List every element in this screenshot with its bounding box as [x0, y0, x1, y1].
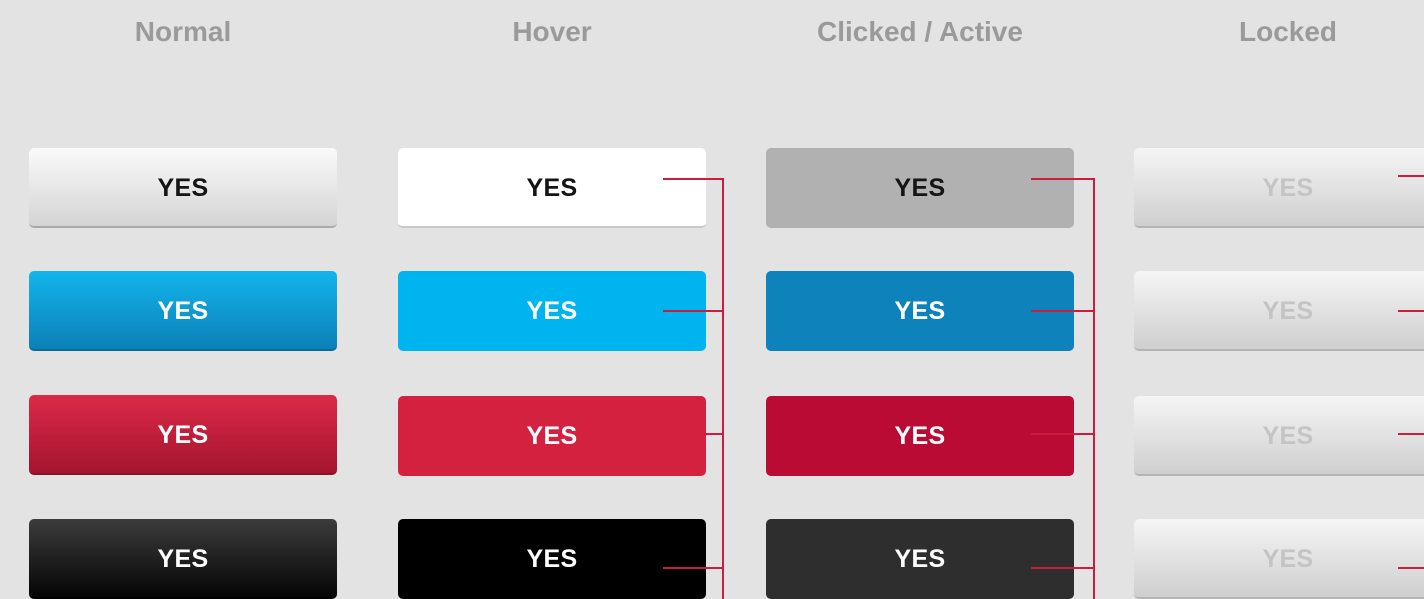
- active-red-button[interactable]: YES: [766, 396, 1074, 476]
- active-connector-2: [1031, 310, 1095, 312]
- hover-connector-2: [663, 310, 724, 312]
- normal-blue-button[interactable]: YES: [29, 271, 337, 351]
- locked-black-button: YES: [1134, 519, 1424, 599]
- normal-black-button[interactable]: YES: [29, 519, 337, 599]
- active-blue-button[interactable]: YES: [766, 271, 1074, 351]
- locked-white-button: YES: [1134, 148, 1424, 228]
- hover-black-button[interactable]: YES: [398, 519, 706, 599]
- active-connector-1: [1031, 178, 1095, 180]
- active-connector-4: [1031, 567, 1095, 569]
- normal-white-button[interactable]: YES: [29, 148, 337, 228]
- locked-connector-2: [1398, 310, 1424, 312]
- hover-connector-1: [663, 178, 724, 180]
- locked-connector-4: [1398, 567, 1424, 569]
- hover-connector-4: [663, 567, 724, 569]
- locked-blue-button: YES: [1134, 271, 1424, 351]
- locked-red-button: YES: [1134, 396, 1424, 476]
- hover-bracket: [722, 178, 724, 599]
- hover-blue-button[interactable]: YES: [398, 271, 706, 351]
- header-locked: Locked: [1238, 16, 1338, 47]
- header-hover: Hover: [512, 16, 592, 47]
- active-connector-3: [1031, 433, 1095, 435]
- active-bracket: [1093, 178, 1095, 599]
- hover-red-button[interactable]: YES: [398, 396, 706, 476]
- active-black-button[interactable]: YES: [766, 519, 1074, 599]
- active-white-button[interactable]: YES: [766, 148, 1074, 228]
- locked-connector-3: [1398, 433, 1424, 435]
- header-clicked-active: Clicked / Active: [817, 16, 1023, 47]
- hover-white-button[interactable]: YES: [398, 148, 706, 228]
- locked-connector-1: [1398, 175, 1424, 177]
- normal-red-button[interactable]: YES: [29, 395, 337, 475]
- header-normal: Normal: [134, 16, 232, 47]
